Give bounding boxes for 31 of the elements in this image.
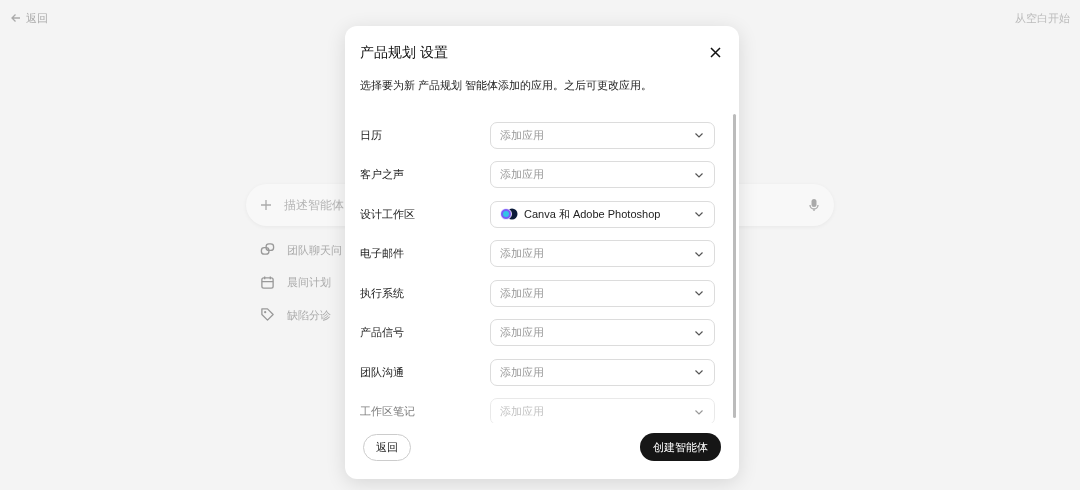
- field-label: 工作区笔记: [360, 404, 416, 420]
- tag-icon: [260, 307, 275, 323]
- app-select[interactable]: 添加应用: [490, 161, 715, 188]
- create-agent-button[interactable]: 创建智能体: [640, 433, 721, 461]
- chat-bubbles-icon: [260, 242, 275, 258]
- app-select[interactable]: 添加应用: [490, 121, 715, 149]
- app-select[interactable]: 添加应用: [490, 319, 715, 346]
- app-select[interactable]: Canva 和 Adobe Photoshop: [490, 200, 715, 228]
- plus-icon: [260, 198, 272, 211]
- field-label: 产品信号: [360, 325, 405, 341]
- field-label: 电子邮件: [360, 246, 405, 262]
- calendar-icon: [260, 274, 275, 290]
- dialog-title: 产品规划 设置: [360, 43, 448, 62]
- app-select[interactable]: 添加应用: [490, 358, 715, 386]
- close-button[interactable]: [708, 45, 723, 60]
- dialog-description: 选择要为新 产品规划 智能体添加的应用。之后可更改应用。: [359, 78, 654, 93]
- close-icon: [710, 47, 721, 58]
- suggestion-label[interactable]: 缺陷分诊: [287, 306, 331, 323]
- app-logos-icon: [500, 208, 518, 220]
- field-label: 日历: [360, 127, 383, 143]
- prompt-placeholder: 描述智能体: [284, 196, 344, 214]
- back-link[interactable]: 返回: [10, 10, 48, 27]
- field-label: 执行系统: [360, 285, 405, 301]
- field-label: 客户之声: [360, 167, 405, 183]
- microphone-icon: [808, 197, 820, 212]
- field-label: 团队沟通: [360, 364, 405, 380]
- suggestion-label[interactable]: 晨间计划: [287, 274, 331, 291]
- app-select[interactable]: 添加应用: [490, 279, 715, 307]
- field-label: 设计工作区: [360, 206, 416, 222]
- app-select[interactable]: 添加应用: [490, 240, 715, 267]
- suggestion-label[interactable]: 团队聊天问: [287, 241, 342, 258]
